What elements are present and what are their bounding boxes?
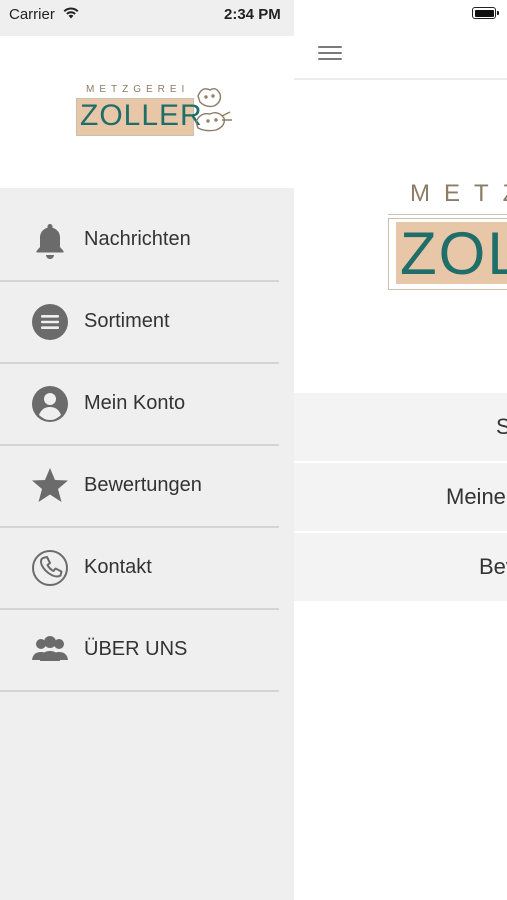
battery-icon (472, 7, 499, 19)
menu-item-label: Nachrichten (84, 228, 191, 250)
drawer-logo-name: ZOLLER (80, 99, 203, 132)
menu-item-kontakt[interactable]: Kontakt (0, 528, 279, 610)
hamburger-menu-icon[interactable] (318, 44, 342, 62)
menu-item-label: Sortiment (84, 310, 170, 332)
menu-item-label: Bewertungen (84, 474, 202, 496)
side-drawer: Carrier 2:34 PM METZGEREI ZOLLER Nachric… (0, 0, 294, 900)
star-icon (32, 468, 68, 502)
phone-icon (32, 550, 68, 586)
drawer-logo: METZGEREI ZOLLER (76, 84, 236, 142)
main-list-item[interactable]: Bev (294, 533, 507, 603)
drawer-menu: Nachrichten Sortiment Mein Konto Bewertu… (0, 200, 279, 692)
status-bar-right (294, 0, 507, 28)
carrier-label: Carrier (9, 6, 55, 23)
main-logo: METZ ZOL (388, 180, 507, 300)
main-content-panel: METZ ZOL S Meine Bev (294, 0, 507, 900)
wifi-icon (63, 7, 79, 19)
menu-item-label: ÜBER UNS (84, 638, 188, 660)
menu-item-bewertungen[interactable]: Bewertungen (0, 446, 279, 528)
list-circle-icon (32, 304, 68, 340)
main-list-item-label: S (496, 414, 507, 439)
main-list: S Meine Bev (294, 393, 507, 603)
menu-item-label: Mein Konto (84, 392, 186, 414)
animal-heads-icon (195, 87, 232, 132)
clock-label: 2:34 PM (224, 6, 281, 23)
main-logo-top-text: METZ (410, 180, 507, 207)
main-list-item-label: Bev (479, 554, 507, 579)
user-circle-icon (32, 386, 68, 422)
menu-item-mein-konto[interactable]: Mein Konto (0, 364, 279, 446)
main-list-item[interactable]: Meine (294, 463, 507, 533)
menu-item-nachrichten[interactable]: Nachrichten (0, 200, 279, 282)
menu-item-ueber-uns[interactable]: ÜBER UNS (0, 610, 279, 692)
menu-item-label: Kontakt (84, 556, 152, 578)
menu-item-sortiment[interactable]: Sortiment (0, 282, 279, 364)
group-icon (32, 636, 68, 661)
bell-icon (36, 224, 64, 259)
main-list-item[interactable]: S (294, 393, 507, 463)
main-logo-name: ZOL (400, 220, 507, 287)
main-list-item-label: Meine (446, 484, 506, 509)
status-bar: Carrier 2:34 PM (0, 0, 294, 28)
drawer-header: METZGEREI ZOLLER (0, 36, 294, 188)
main-navbar (294, 28, 507, 80)
